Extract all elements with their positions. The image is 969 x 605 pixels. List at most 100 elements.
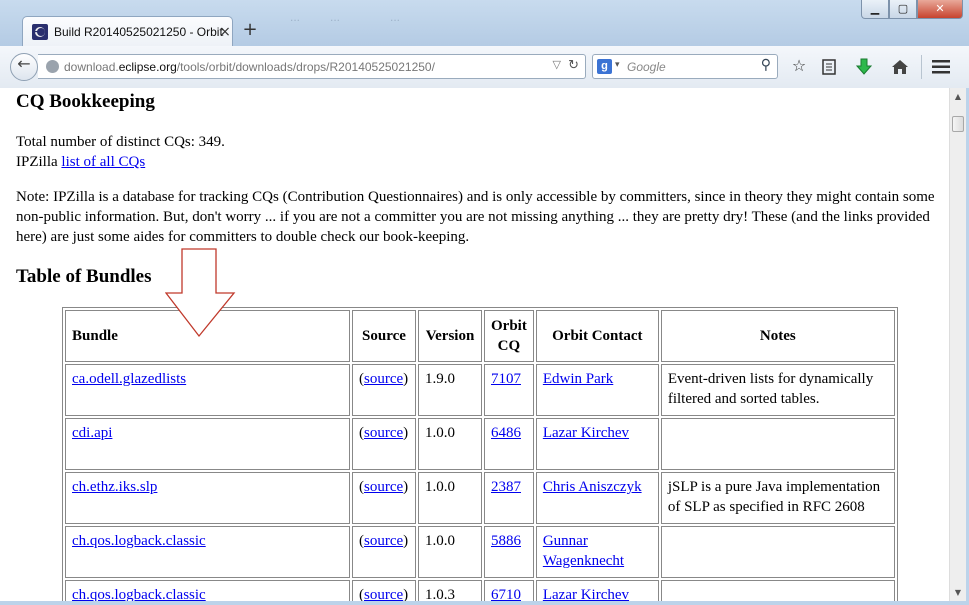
search-placeholder[interactable]: Google (627, 60, 666, 74)
window-controls: ▁ ▢ ✕ (861, 0, 963, 20)
google-search-engine-icon[interactable]: g (597, 59, 612, 74)
reload-icon[interactable]: ↻ (568, 58, 579, 73)
version-cell: 1.0.0 (418, 418, 482, 470)
orbit-cq-link[interactable]: 6710 (491, 587, 521, 601)
orbit-cq-cell: 7107 (484, 364, 534, 416)
version-cell: 1.9.0 (418, 364, 482, 416)
bundle-cell: cdi.api (65, 418, 350, 470)
vertical-scrollbar[interactable]: ▲ ▼ (949, 88, 966, 601)
table-row: ca.odell.glazedlists (source) 1.9.0 7107 Edw… (65, 364, 895, 416)
bundle-cell: ca.odell.glazedlists (65, 364, 350, 416)
orbit-cq-link[interactable]: 7107 (491, 371, 521, 387)
version-cell: 1.0.3 (418, 580, 482, 601)
orbit-contact-cell: Lazar Kirchev (535, 580, 659, 601)
table-row: cdi.api (source) 1.0.0 6486 Lazar Kirchev (65, 418, 895, 470)
search-bar[interactable]: g ▾ Google ⚲ (592, 54, 778, 79)
version-cell: 1.0.0 (418, 526, 482, 578)
magnifier-icon[interactable]: ⚲ (761, 57, 771, 73)
bundle-link[interactable]: ch.ethz.iks.slp (72, 479, 157, 495)
notes-cell: Event-driven lists for dynamically filte… (660, 364, 895, 416)
source-link[interactable]: source (364, 371, 403, 387)
table-row: ch.ethz.iks.slp (source) 1.0.0 2387 Chris An… (65, 472, 895, 524)
orbit-contact-link[interactable]: Lazar Kirchev (543, 587, 629, 601)
tab-close-icon[interactable]: × (216, 23, 234, 41)
column-header-notes: Notes (660, 310, 895, 362)
notes-cell (660, 418, 895, 470)
column-header-source: Source (352, 310, 416, 362)
scroll-up-arrow-icon[interactable]: ▲ (950, 88, 966, 105)
table-row: ch.qos.logback.classic (source) 1.0.0 5886 G… (65, 526, 895, 578)
close-window-button[interactable]: ✕ (917, 0, 963, 19)
maximize-button[interactable]: ▢ (889, 0, 917, 19)
orbit-contact-link[interactable]: Lazar Kirchev (543, 425, 629, 441)
bundle-link[interactable]: ca.odell.glazedlists (72, 371, 186, 387)
toolbar-separator (921, 55, 922, 79)
orbit-contact-cell: Edwin Park (535, 364, 659, 416)
hamburger-menu-icon[interactable] (930, 56, 952, 78)
search-engine-dropdown-icon[interactable]: ▾ (615, 60, 620, 70)
url-bar[interactable]: download.eclipse.org/tools/orbit/downloa… (38, 54, 586, 79)
orbit-contact-cell: Lazar Kirchev (535, 418, 659, 470)
version-cell: 1.0.0 (418, 472, 482, 524)
bundle-link[interactable]: ch.qos.logback.classic (72, 533, 206, 549)
bundle-cell: ch.ethz.iks.slp (65, 472, 350, 524)
source-link[interactable]: source (364, 533, 403, 549)
orbit-cq-cell: 6710 (484, 580, 534, 601)
table-of-bundles-heading: Table of Bundles (16, 266, 152, 287)
eclipse-favicon-icon (32, 24, 48, 40)
download-icon[interactable] (853, 56, 875, 78)
column-header-orbit-cq: Orbit CQ (484, 310, 534, 362)
orbit-contact-link[interactable]: Edwin Park (543, 371, 613, 387)
ipzilla-cq-list-link[interactable]: list of all CQs (61, 154, 145, 170)
orbit-contact-link[interactable]: Chris Aniszczyk (543, 479, 642, 495)
title-bar: Build R20140525021250 - Orbit... × + ...… (0, 0, 969, 46)
home-icon[interactable] (889, 56, 911, 78)
total-cqs-text: Total number of distinct CQs: 349. (16, 134, 225, 150)
page-content: CQ Bookkeeping Total number of distinct … (0, 88, 949, 601)
navigation-toolbar: download.eclipse.org/tools/orbit/downloa… (0, 46, 969, 89)
column-header-orbit-contact: Orbit Contact (535, 310, 659, 362)
bundle-link[interactable]: ch.qos.logback.classic (72, 587, 206, 601)
orbit-cq-cell: 5886 (484, 526, 534, 578)
new-tab-button[interactable]: + (240, 20, 260, 40)
source-link[interactable]: source (364, 587, 403, 601)
orbit-contact-link[interactable]: Gunnar Wagenknecht (543, 533, 624, 569)
bundles-table: Bundle Source Version Orbit CQ Orbit Cont… (62, 307, 898, 601)
url-text[interactable]: download.eclipse.org/tools/orbit/downloa… (64, 60, 435, 74)
down-arrow-annotation (165, 248, 236, 338)
notes-cell (660, 580, 895, 601)
bookmarks-list-icon[interactable] (818, 56, 840, 78)
orbit-cq-link[interactable]: 2387 (491, 479, 521, 495)
source-link[interactable]: source (364, 479, 403, 495)
source-cell: (source) (352, 580, 416, 601)
orbit-cq-cell: 6486 (484, 418, 534, 470)
source-cell: (source) (352, 526, 416, 578)
ghost-tab-label: ... (330, 10, 341, 24)
orbit-contact-cell: Chris Aniszczyk (535, 472, 659, 524)
ipzilla-line: IPZilla list of all CQs (16, 154, 146, 170)
notes-cell (660, 526, 895, 578)
source-cell: (source) (352, 472, 416, 524)
orbit-cq-link[interactable]: 6486 (491, 425, 521, 441)
orbit-cq-link[interactable]: 5886 (491, 533, 521, 549)
globe-icon (46, 60, 59, 73)
scroll-down-arrow-icon[interactable]: ▼ (950, 584, 966, 601)
bundle-cell: ch.qos.logback.classic (65, 526, 350, 578)
scrollbar-thumb[interactable] (952, 116, 964, 132)
minimize-button[interactable]: ▁ (861, 0, 889, 19)
browser-tab[interactable]: Build R20140525021250 - Orbit... × (22, 16, 233, 46)
notes-cell: jSLP is a pure Java implementation of SL… (660, 472, 895, 524)
ghost-tab-label: ... (390, 10, 401, 24)
ghost-tab-label: ... (290, 10, 301, 24)
orbit-contact-cell: Gunnar Wagenknecht (535, 526, 659, 578)
source-cell: (source) (352, 364, 416, 416)
cq-bookkeeping-heading: CQ Bookkeeping (16, 91, 155, 112)
tab-title: Build R20140525021250 - Orbit... (54, 25, 224, 39)
back-arrow-icon: ← (17, 54, 31, 73)
ipzilla-note: Note: IPZilla is a database for tracking… (16, 189, 935, 245)
bundle-link[interactable]: cdi.api (72, 425, 112, 441)
url-dropdown-icon[interactable]: ▽ (553, 58, 561, 71)
source-link[interactable]: source (364, 425, 403, 441)
back-button[interactable]: ← (10, 53, 38, 81)
bookmark-star-icon[interactable]: ☆ (788, 56, 810, 78)
